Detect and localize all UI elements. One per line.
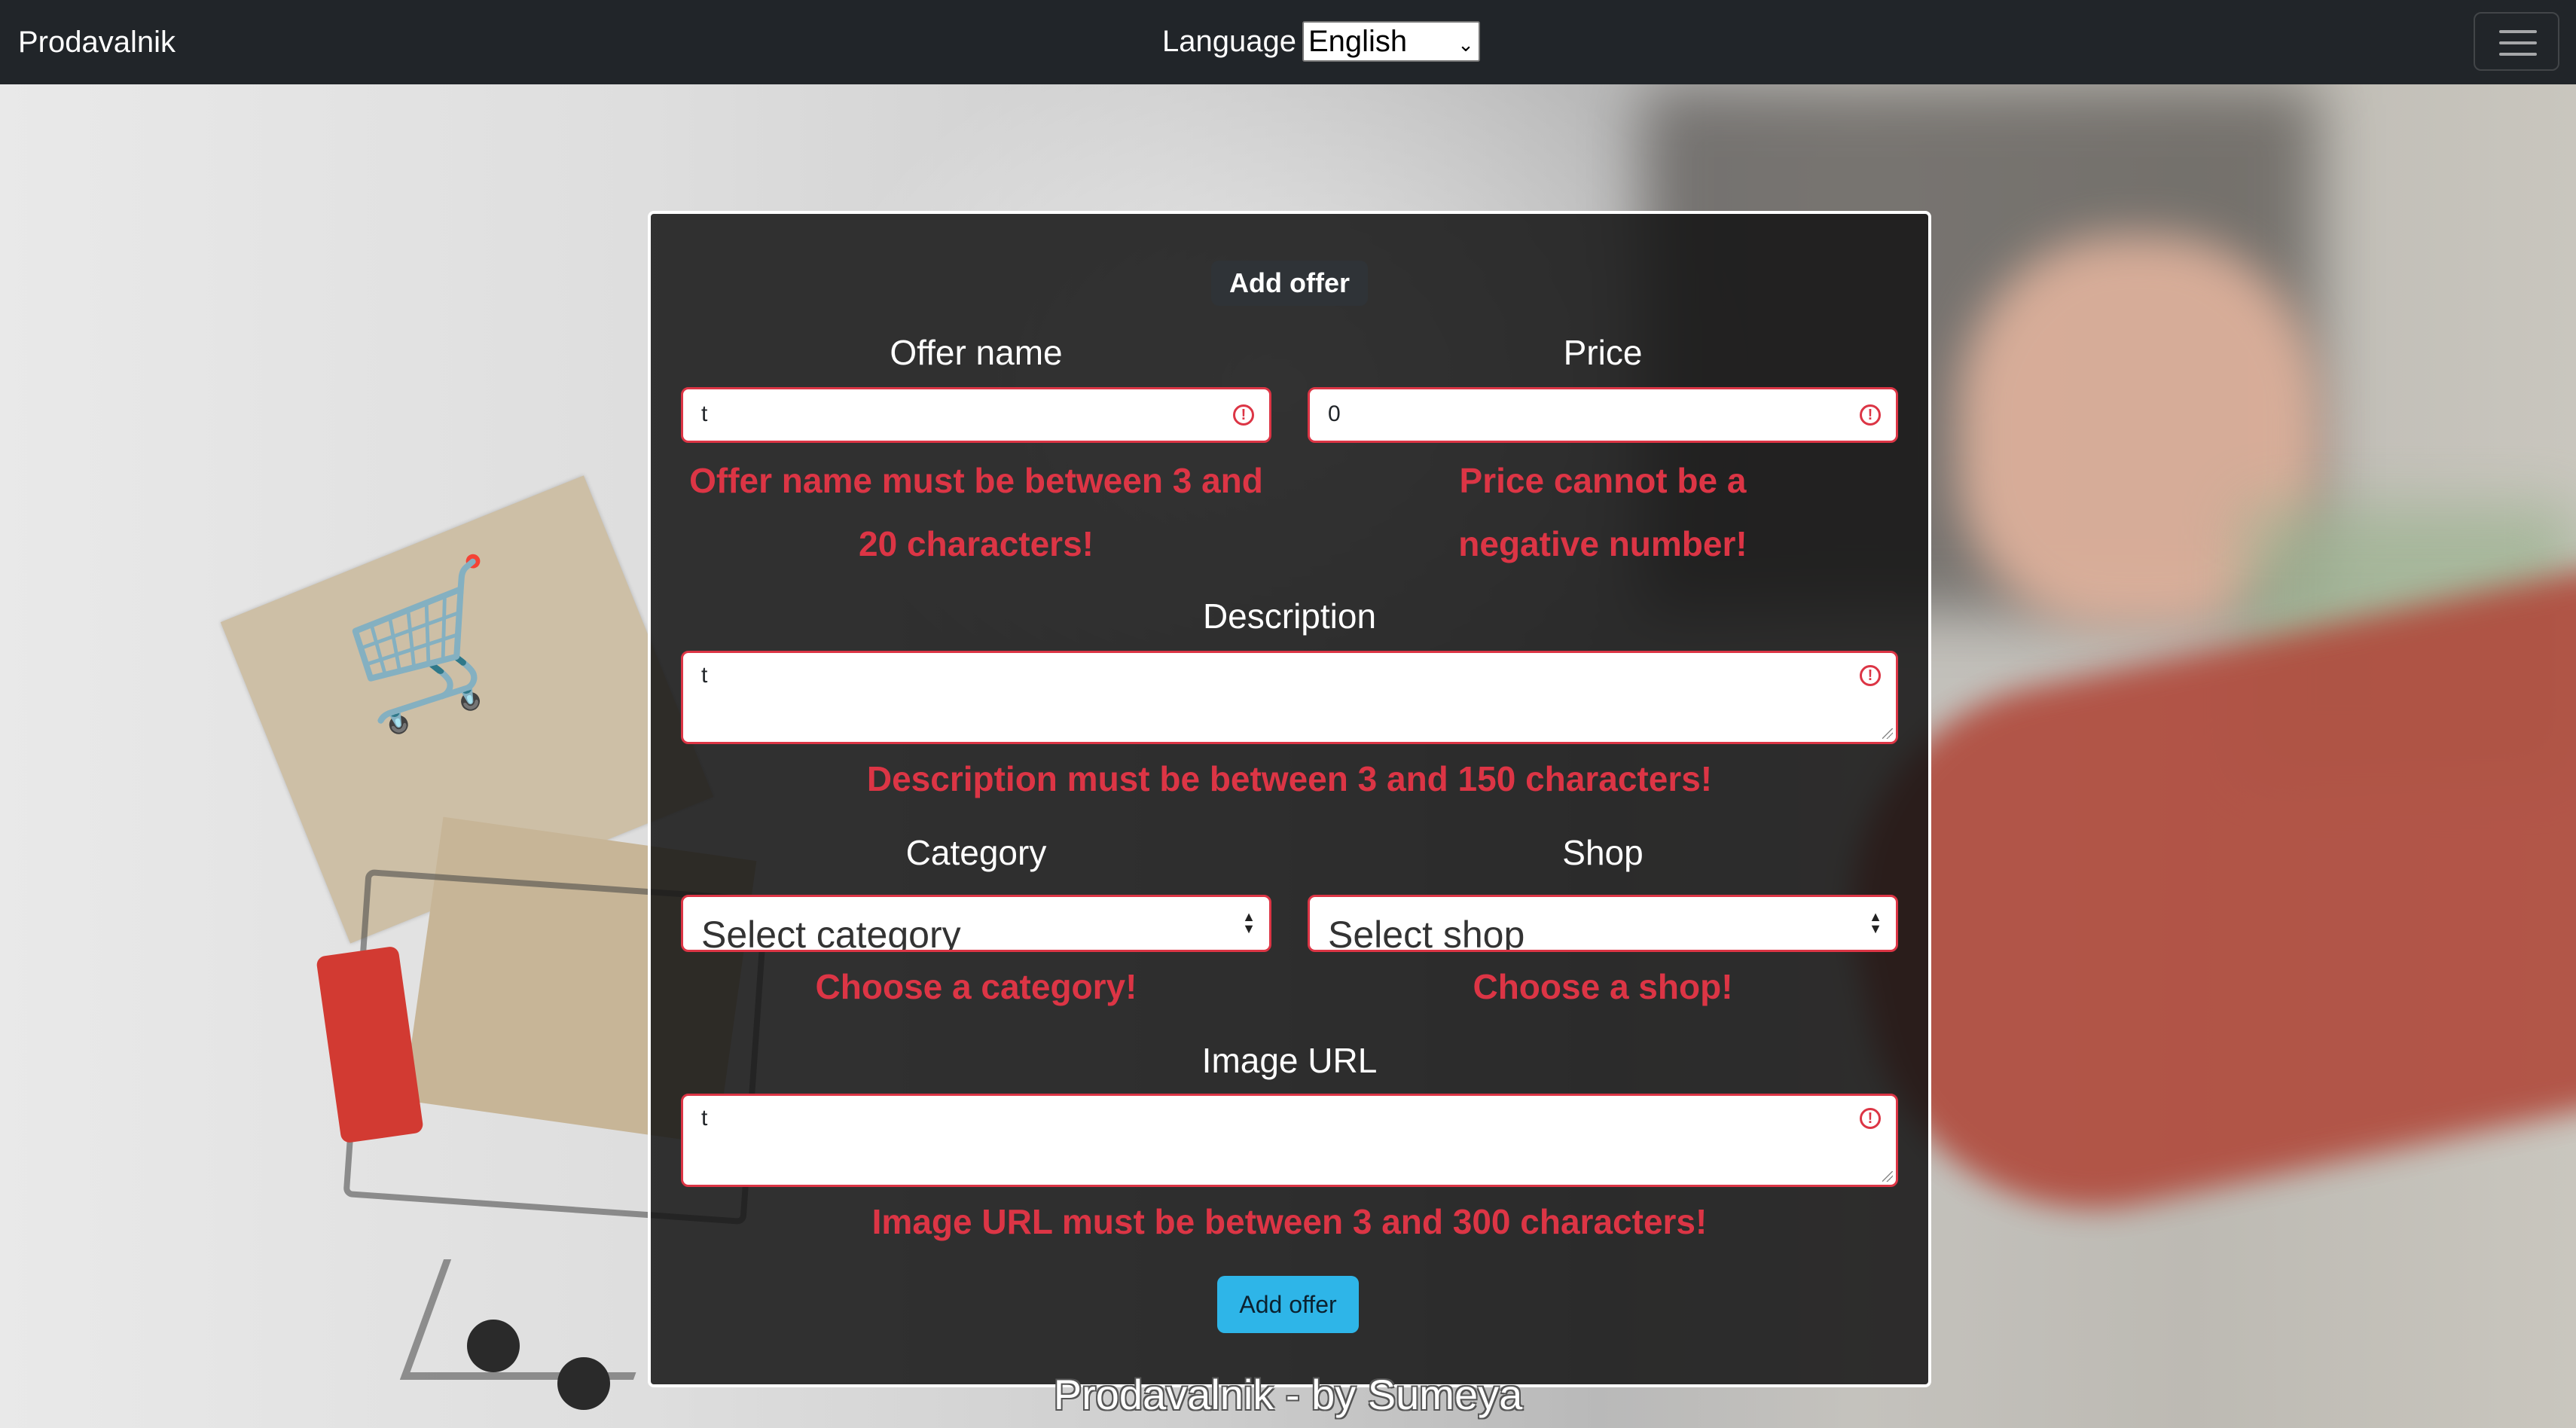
add-offer-button[interactable]: Add offer <box>1217 1276 1359 1333</box>
shop-label: Shop <box>1562 833 1644 872</box>
form-title: Add offer <box>1211 261 1368 306</box>
shop-error: Choose a shop! <box>1473 967 1733 1006</box>
resize-handle[interactable] <box>1882 1171 1893 1182</box>
description-value: t <box>701 663 708 688</box>
price-value: 0 <box>1328 401 1341 426</box>
bg-cart-base <box>399 1259 678 1380</box>
description-error: Description must be between 3 and 150 ch… <box>866 759 1713 798</box>
language-selected-value: English <box>1308 25 1408 58</box>
exclamation-circle-icon: ! <box>1860 404 1881 426</box>
description-label: Description <box>1202 597 1377 636</box>
offer-name-input[interactable]: t ! <box>681 387 1271 443</box>
brand-link[interactable]: Prodavalnik <box>18 23 175 62</box>
bg-wheel <box>467 1320 520 1372</box>
price-error: Price cannot be a negative number! <box>1458 461 1747 563</box>
hamburger-menu-icon <box>2499 30 2537 33</box>
language-select[interactable]: English ⌄ <box>1302 21 1480 62</box>
image-url-textarea[interactable]: t ! <box>681 1094 1898 1187</box>
category-error: Choose a category! <box>815 967 1137 1006</box>
hamburger-line <box>2499 41 2537 44</box>
price-label: Price <box>1563 333 1643 372</box>
image-url-label: Image URL <box>1201 1041 1378 1080</box>
description-textarea[interactable]: t ! <box>681 651 1898 744</box>
language-switcher: Language English ⌄ <box>1162 21 1480 62</box>
exclamation-circle-icon: ! <box>1233 404 1254 426</box>
caret-up-down-icon: ▲ ▼ <box>1242 909 1256 936</box>
category-label: Category <box>905 833 1047 872</box>
exclamation-circle-icon: ! <box>1860 1108 1881 1129</box>
add-offer-form: Add offer Offer name t ! Offer name must… <box>648 211 1931 1387</box>
navbar-toggler-button[interactable] <box>2474 12 2559 71</box>
shop-select[interactable]: Select shop ▲ ▼ <box>1308 895 1898 952</box>
image-url-value: t <box>701 1106 708 1130</box>
footer-text: Prodavalnik - by Sumeya <box>1053 1371 1523 1418</box>
category-selected-value: Select category <box>701 914 961 952</box>
image-url-error: Image URL must be between 3 and 300 char… <box>871 1202 1708 1241</box>
offer-name-error: Offer name must be between 3 and 20 char… <box>689 461 1263 563</box>
language-label: Language <box>1162 24 1296 58</box>
category-select[interactable]: Select category ▲ ▼ <box>681 895 1271 952</box>
hamburger-line <box>2499 53 2537 56</box>
shop-selected-value: Select shop <box>1328 914 1525 952</box>
exclamation-circle-icon: ! <box>1860 665 1881 686</box>
caret-up-down-icon: ▲ ▼ <box>1869 909 1882 936</box>
resize-handle[interactable] <box>1882 728 1893 739</box>
chevron-down-icon: ⌄ <box>1457 33 1474 56</box>
offer-name-label: Offer name <box>890 333 1063 372</box>
price-input[interactable]: 0 ! <box>1308 387 1898 443</box>
offer-name-value: t <box>701 401 708 426</box>
navbar: Prodavalnik Language English ⌄ <box>0 0 2576 84</box>
